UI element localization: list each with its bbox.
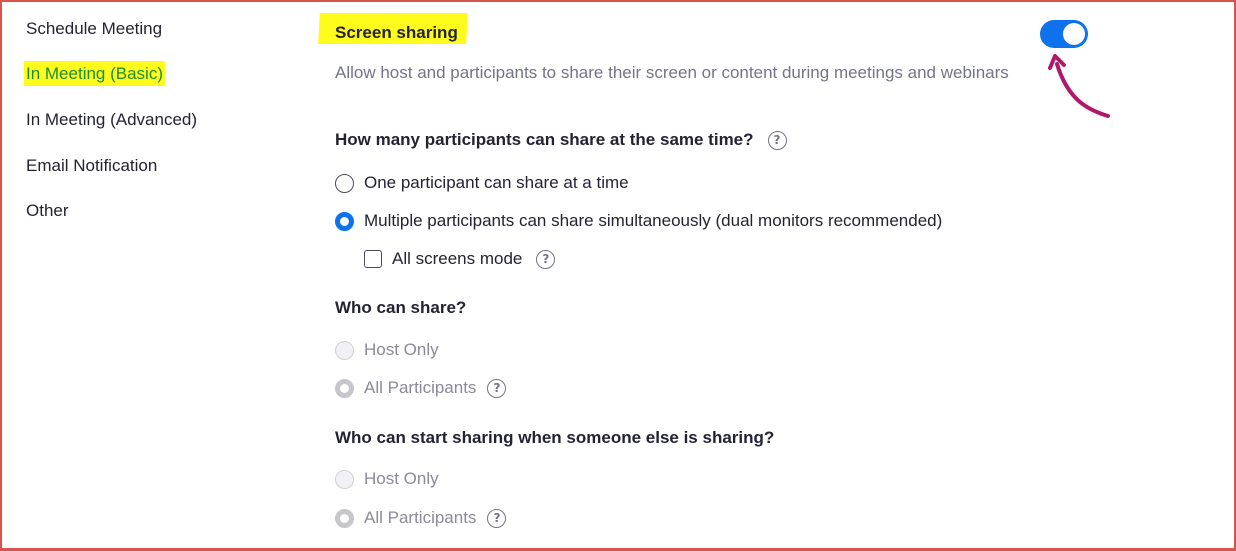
help-icon[interactable]: ? bbox=[487, 508, 507, 528]
radio-one-participant[interactable]: One participant can share at a time bbox=[335, 173, 629, 193]
help-icon[interactable]: ? bbox=[536, 249, 556, 269]
radio-share-host-only[interactable]: Host Only bbox=[335, 340, 439, 360]
who-can-start-question: Who can start sharing when someone else … bbox=[335, 428, 774, 448]
radio-start-host-only[interactable]: Host Only bbox=[335, 469, 439, 489]
toggle-knob bbox=[1063, 23, 1085, 45]
help-icon[interactable]: ? bbox=[767, 130, 787, 150]
option-label: All screens mode bbox=[392, 249, 523, 268]
setting-description: Allow host and participants to share the… bbox=[335, 63, 1009, 82]
radio-circle-disabled-checked[interactable] bbox=[335, 508, 354, 528]
radio-share-all-participants[interactable]: All Participants ? bbox=[335, 378, 507, 398]
sidebar-item-email-notification[interactable]: Email Notification bbox=[26, 156, 157, 176]
sidebar-item-label: In Meeting (Advanced) bbox=[26, 110, 198, 129]
share-count-question: How many participants can share at the s… bbox=[335, 130, 787, 150]
annotation-arrow-icon bbox=[1048, 54, 1110, 118]
sidebar-item-label: In Meeting (Basic) bbox=[24, 61, 165, 86]
option-label: Host Only bbox=[364, 340, 439, 359]
radio-circle-checked[interactable] bbox=[335, 211, 354, 231]
setting-title: Screen sharing bbox=[335, 23, 458, 42]
question-text: Who can share? bbox=[335, 298, 467, 317]
sidebar-item-other[interactable]: Other bbox=[26, 201, 69, 221]
option-label: Multiple participants can share simultan… bbox=[364, 211, 943, 230]
option-label: All Participants bbox=[364, 508, 477, 527]
sidebar-item-schedule-meeting[interactable]: Schedule Meeting bbox=[26, 19, 162, 39]
checkbox-box[interactable] bbox=[364, 250, 382, 268]
help-icon[interactable]: ? bbox=[487, 378, 507, 398]
sidebar-item-in-meeting-advanced[interactable]: In Meeting (Advanced) bbox=[26, 110, 197, 130]
option-label: All Participants bbox=[364, 378, 477, 397]
who-can-share-question: Who can share? bbox=[335, 298, 466, 318]
question-text: Who can start sharing when someone else … bbox=[335, 428, 775, 447]
sidebar-item-in-meeting-basic[interactable]: In Meeting (Basic) bbox=[24, 61, 165, 86]
radio-circle-disabled[interactable] bbox=[335, 469, 354, 489]
sidebar-item-label: Schedule Meeting bbox=[26, 19, 163, 38]
screen-sharing-toggle[interactable] bbox=[1040, 20, 1088, 48]
radio-circle[interactable] bbox=[335, 173, 354, 193]
radio-circle-disabled-checked[interactable] bbox=[335, 378, 354, 398]
sidebar-item-label: Other bbox=[26, 201, 69, 220]
checkbox-all-screens-mode[interactable]: All screens mode ? bbox=[364, 249, 556, 269]
option-label: One participant can share at a time bbox=[364, 173, 629, 192]
option-label: Host Only bbox=[364, 469, 439, 488]
sidebar-item-label: Email Notification bbox=[26, 156, 158, 175]
radio-circle-disabled[interactable] bbox=[335, 340, 354, 360]
radio-multiple-participants[interactable]: Multiple participants can share simultan… bbox=[335, 211, 942, 231]
radio-start-all-participants[interactable]: All Participants ? bbox=[335, 508, 507, 528]
question-text: How many participants can share at the s… bbox=[335, 130, 754, 149]
